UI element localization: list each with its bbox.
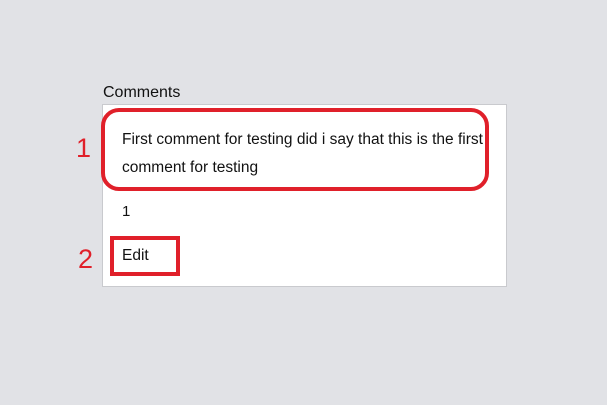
comment-count: 1 (122, 203, 131, 220)
comments-section-title: Comments (103, 84, 181, 101)
comment-text: First comment for testing did i say that… (122, 131, 483, 176)
annotation-marker-1: 1 (76, 133, 92, 163)
edit-button[interactable]: Edit (122, 246, 149, 266)
annotation-marker-2: 2 (78, 244, 94, 274)
comments-panel: First comment for testing did i say that… (102, 104, 507, 287)
